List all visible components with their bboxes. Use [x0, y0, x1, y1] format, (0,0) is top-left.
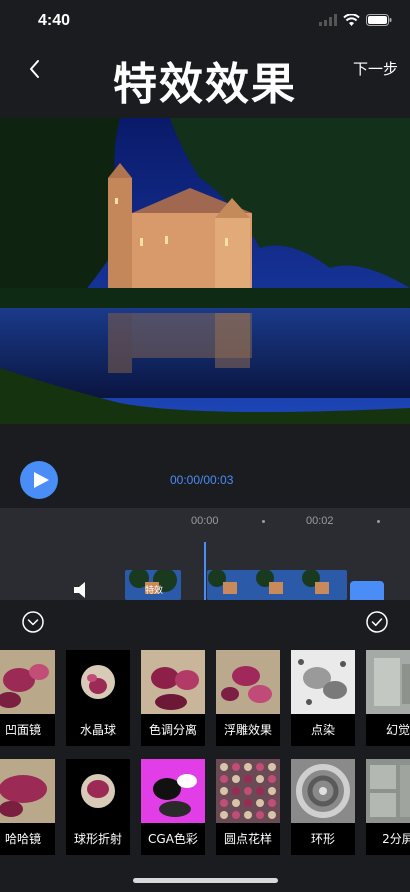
- effect-label: 圆点花样: [223, 832, 272, 846]
- effect-thumbnail: [291, 650, 355, 714]
- effect-illusion[interactable]: 幻觉: [366, 650, 410, 746]
- speaker-icon[interactable]: [72, 580, 96, 600]
- video-preview: [0, 118, 410, 424]
- effect-label: CGA色彩: [148, 832, 198, 846]
- effect-cga-color[interactable]: CGA色彩: [141, 759, 205, 855]
- effect-thumbnail: [0, 759, 55, 823]
- status-time: 4:40: [38, 12, 71, 29]
- nav-bar: 特效效果 下一步: [0, 44, 410, 116]
- effect-emboss[interactable]: 浮雕效果: [216, 650, 280, 746]
- add-clip-button[interactable]: [350, 581, 384, 600]
- effect-label: 水晶球: [79, 723, 116, 737]
- effect-posterize[interactable]: 色调分离: [141, 650, 205, 746]
- effect-label: 球形折射: [73, 832, 122, 846]
- effect-label: 色调分离: [148, 723, 197, 737]
- effect-thumbnail: [66, 650, 130, 714]
- timeline[interactable]: 00:00 00:02 特效: [0, 508, 410, 600]
- clip-strip[interactable]: [207, 570, 347, 600]
- effect-thumbnail: [141, 650, 205, 714]
- effect-thumbnail: [66, 759, 130, 823]
- next-step-button[interactable]: 下一步: [353, 58, 398, 79]
- effect-crystal-ball[interactable]: 水晶球: [66, 650, 130, 746]
- chevron-down-icon: [22, 611, 44, 633]
- effect-thumbnail: [141, 759, 205, 823]
- tick-dot: [262, 520, 265, 523]
- effect-sphere-refraction[interactable]: 球形折射: [66, 759, 130, 855]
- play-icon: [34, 472, 49, 488]
- effect-funhouse-mirror[interactable]: 哈哈镜: [0, 759, 55, 855]
- effect-label: 凹面镜: [4, 723, 41, 737]
- effect-pointillize[interactable]: 点染: [291, 650, 355, 746]
- confirm-button[interactable]: [366, 611, 388, 633]
- effect-thumbnail: [216, 650, 280, 714]
- home-indicator: [133, 878, 278, 883]
- effect-label: 2分屏: [382, 832, 410, 846]
- collapse-button[interactable]: [22, 611, 44, 633]
- effect-label: 哈哈镜: [4, 832, 41, 846]
- playhead[interactable]: [204, 542, 206, 600]
- time-readout: 00:00/00:03: [170, 473, 234, 487]
- effect-concave-mirror[interactable]: 凹面镜: [0, 650, 55, 746]
- player-controls: 00:00/00:03: [0, 424, 410, 508]
- effect-thumbnail: [216, 759, 280, 823]
- effect-split-screen[interactable]: 2分屏: [366, 759, 410, 855]
- tick-dot: [377, 520, 380, 523]
- clip-thumbnail[interactable]: 特效: [125, 570, 181, 600]
- effect-thumbnail: [366, 759, 410, 823]
- effect-label: 环形: [310, 832, 335, 846]
- tick-label: 00:00: [191, 515, 219, 527]
- clip-label: 特效: [145, 586, 164, 596]
- signal-icon: [319, 14, 337, 26]
- page-title: 特效效果: [113, 59, 297, 110]
- clip-image: [207, 570, 347, 600]
- preview-image: [0, 118, 410, 424]
- battery-icon: [366, 14, 392, 26]
- effect-label: 浮雕效果: [223, 723, 272, 737]
- check-icon: [366, 611, 388, 633]
- effect-label: 点染: [310, 723, 335, 737]
- play-button[interactable]: [20, 461, 58, 499]
- tick-label: 00:02: [306, 515, 334, 527]
- wifi-icon: [343, 14, 360, 26]
- status-bar: 4:40: [0, 0, 410, 44]
- effect-ring[interactable]: 环形: [291, 759, 355, 855]
- effects-panel: 凹面镜 水晶球 色调分离 浮雕效果 点染 幻觉 哈哈镜 球形折射 CGA色彩 圆…: [0, 600, 410, 892]
- effect-thumbnail: [291, 759, 355, 823]
- effect-label: 幻觉: [385, 723, 410, 737]
- effect-thumbnail: [366, 650, 410, 714]
- effect-thumbnail: [0, 650, 55, 714]
- effect-dot-pattern[interactable]: 圆点花样: [216, 759, 280, 855]
- status-icons: [319, 14, 392, 26]
